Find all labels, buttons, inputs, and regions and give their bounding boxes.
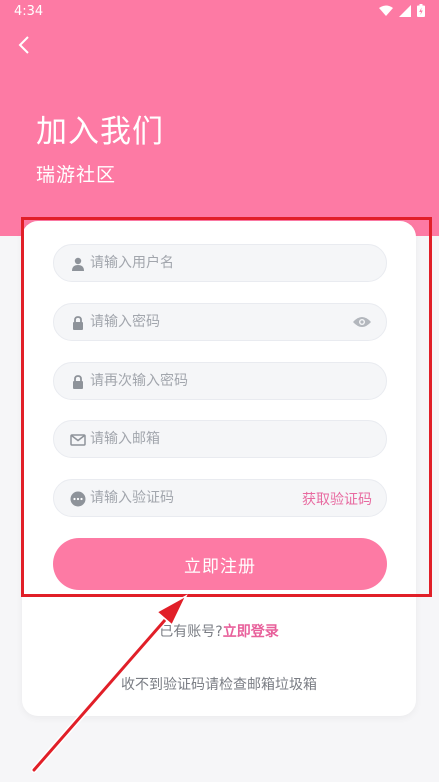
annotation-arrow (31, 594, 188, 773)
